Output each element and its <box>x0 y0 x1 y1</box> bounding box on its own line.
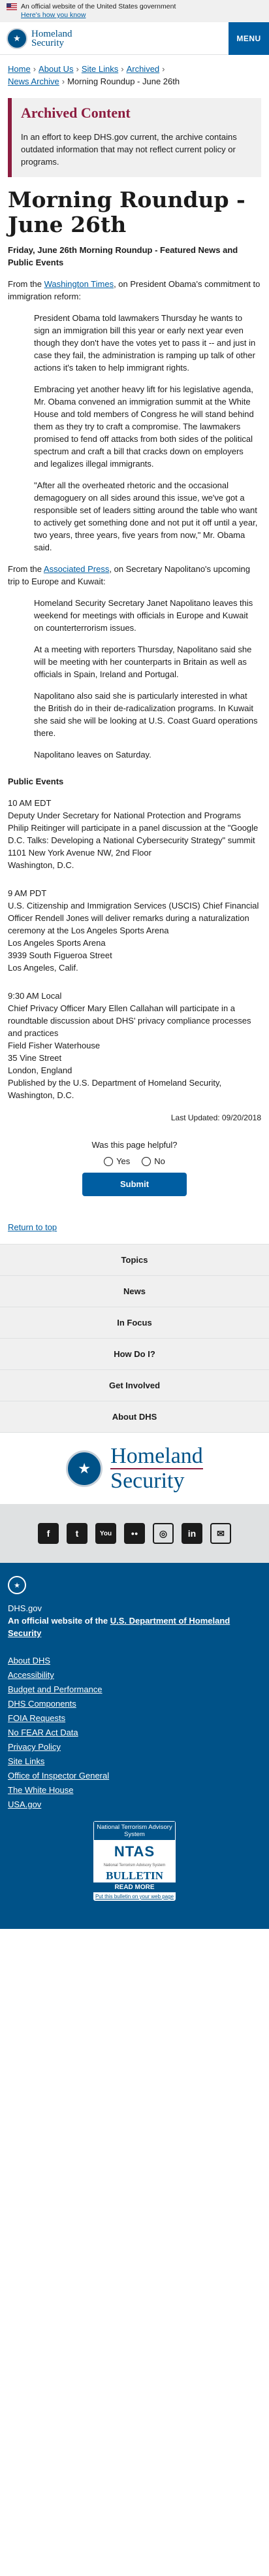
footer-link-components[interactable]: DHS Components <box>8 1699 76 1709</box>
archived-text: In an effort to keep DHS.gov current, th… <box>21 132 237 167</box>
public-events-heading: Public Events <box>8 777 64 786</box>
breadcrumb-current: Morning Roundup - June 26th <box>67 76 180 86</box>
ntas-logo: NTAS <box>114 1843 155 1860</box>
gov-banner: An official website of the United States… <box>0 0 269 22</box>
feedback-no-radio[interactable]: No <box>142 1156 165 1166</box>
page-title: Morning Roundup - June 26th <box>8 187 245 237</box>
footer-link-no-fear[interactable]: No FEAR Act Data <box>8 1728 78 1737</box>
heres-how-link[interactable]: Here's how you know <box>21 11 262 20</box>
intro-paragraph-1: From the Washington Times, on President … <box>8 279 261 301</box>
us-flag-icon <box>7 3 17 10</box>
ntas-read-more[interactable]: READ MORE <box>93 1882 176 1892</box>
breadcrumb-home[interactable]: Home <box>8 64 31 74</box>
footer-brand-line1: Homeland <box>110 1443 203 1468</box>
breadcrumb: Home › About Us › Site Links › Archived › News A… <box>8 64 180 86</box>
ntas-bulletin-badge[interactable]: National Terrorism Advisory System NTAS … <box>93 1821 176 1901</box>
article-body: From the Washington Times, on President … <box>0 278 269 1124</box>
email-icon[interactable]: ✉ <box>210 1523 231 1544</box>
event-item: 9 AM PDT U.S. Citizenship and Immigration… <box>8 888 259 973</box>
youtube-icon[interactable]: You <box>95 1523 116 1544</box>
footer-link-site-links[interactable]: Site Links <box>8 1756 44 1766</box>
quote-paragraph: "After all the overheated rhetoric and t… <box>34 480 258 552</box>
dhs-logo[interactable]: ★ Homeland Security <box>7 27 72 49</box>
ntas-bulletin-label: BULLETIN <box>106 1869 163 1882</box>
feedback-question: Was this page helpful? <box>91 1140 178 1150</box>
logo-line1: Homeland <box>31 28 72 39</box>
event-item: 9:30 AM Local Chief Privacy Officer Mary … <box>8 991 251 1100</box>
footer-brand-line2: Security <box>110 1468 185 1493</box>
intro-paragraph-2: From the Associated Press, on Secretary … <box>8 564 251 586</box>
quote-paragraph: Napolitano leaves on Saturday. <box>34 750 151 760</box>
quote-paragraph: Embracing yet another heavy lift for his… <box>34 384 254 469</box>
site-header: ★ Homeland Security MENU <box>0 22 269 55</box>
ntas-get-bulletin-link[interactable]: Put this bulletin on your web page <box>93 1892 176 1901</box>
footer-brand[interactable]: ★ Homeland Security <box>0 1432 269 1504</box>
return-to-top-link[interactable]: Return to top <box>8 1222 57 1232</box>
linkedin-icon[interactable]: in <box>182 1523 202 1544</box>
site-footer: ★ DHS.gov An official website of the U.S… <box>0 1563 269 1929</box>
breadcrumb-site-links[interactable]: Site Links <box>82 64 118 74</box>
footer-nav-about-dhs[interactable]: About DHS <box>0 1401 269 1432</box>
footer-link-privacy[interactable]: Privacy Policy <box>8 1742 61 1752</box>
dhs-seal-icon: ★ <box>66 1450 103 1487</box>
facebook-icon[interactable]: f <box>38 1523 59 1544</box>
footer-link-white-house[interactable]: The White House <box>8 1785 73 1795</box>
footer-link-accessibility[interactable]: Accessibility <box>8 1670 54 1680</box>
feedback-yes-radio[interactable]: Yes <box>104 1156 130 1166</box>
quote-washington-times: President Obama told lawmakers Thursday … <box>34 312 261 554</box>
dhs-seal-icon: ★ <box>8 1576 26 1594</box>
dhs-seal-icon: ★ <box>7 27 27 49</box>
breadcrumb-about-us[interactable]: About Us <box>39 64 73 74</box>
quote-paragraph: At a meeting with reporters Thursday, Na… <box>34 644 252 679</box>
quote-paragraph: President Obama told lawmakers Thursday … <box>34 313 256 373</box>
quote-paragraph: Homeland Security Secretary Janet Napoli… <box>34 598 253 633</box>
twitter-icon[interactable]: t <box>67 1523 87 1544</box>
gov-banner-text: An official website of the United States… <box>21 3 176 10</box>
associated-press-link[interactable]: Associated Press <box>44 564 109 574</box>
footer-official-text: An official website of the U.S. Departme… <box>8 1616 230 1638</box>
footer-site-name: DHS.gov <box>8 1603 42 1613</box>
feedback-form: Was this page helpful? Yes No Submit <box>0 1140 269 1196</box>
quote-associated-press: Homeland Security Secretary Janet Napoli… <box>34 597 261 761</box>
last-updated: Last Updated: 09/20/2018 <box>170 1113 261 1122</box>
footer-links: About DHS Accessibility Budget and Perfo… <box>8 1654 261 1812</box>
instagram-icon[interactable]: ◎ <box>153 1523 174 1544</box>
flickr-icon[interactable]: ●● <box>124 1523 145 1544</box>
footer-link-usa-gov[interactable]: USA.gov <box>8 1799 41 1809</box>
page-subtitle: Friday, June 26th Morning Roundup - Feat… <box>8 245 238 267</box>
event-item: 10 AM EDT Deputy Under Secretary for Nati… <box>8 798 259 870</box>
social-links: f t You ●● ◎ in ✉ <box>0 1504 269 1563</box>
footer-nav: Topics News In Focus How Do I? Get Invol… <box>0 1244 269 1432</box>
menu-button[interactable]: MENU <box>229 22 269 55</box>
logo-line2: Security <box>31 37 64 48</box>
breadcrumb-news-archive[interactable]: News Archive <box>8 76 59 86</box>
archived-heading: Archived Content <box>21 105 131 121</box>
footer-nav-topics[interactable]: Topics <box>0 1244 269 1275</box>
footer-nav-news[interactable]: News <box>0 1275 269 1307</box>
footer-nav-how-do-i[interactable]: How Do I? <box>0 1338 269 1369</box>
quote-paragraph: Napolitano also said she is particularly… <box>34 691 258 738</box>
footer-nav-get-involved[interactable]: Get Involved <box>0 1369 269 1401</box>
breadcrumb-archived[interactable]: Archived <box>127 64 160 74</box>
footer-link-foia[interactable]: FOIA Requests <box>8 1713 65 1723</box>
footer-link-oig[interactable]: Office of Inspector General <box>8 1771 109 1781</box>
footer-link-budget[interactable]: Budget and Performance <box>8 1684 103 1694</box>
footer-nav-in-focus[interactable]: In Focus <box>0 1307 269 1338</box>
archived-notice: Archived Content In an effort to keep DH… <box>8 98 261 177</box>
ntas-subtitle: National Terrorism Advisory System <box>103 1864 166 1867</box>
feedback-submit-button[interactable]: Submit <box>82 1173 187 1196</box>
washington-times-link[interactable]: Washington Times <box>44 279 114 289</box>
ntas-top-label: National Terrorism Advisory System <box>93 1821 176 1841</box>
footer-link-about-dhs[interactable]: About DHS <box>8 1656 50 1665</box>
